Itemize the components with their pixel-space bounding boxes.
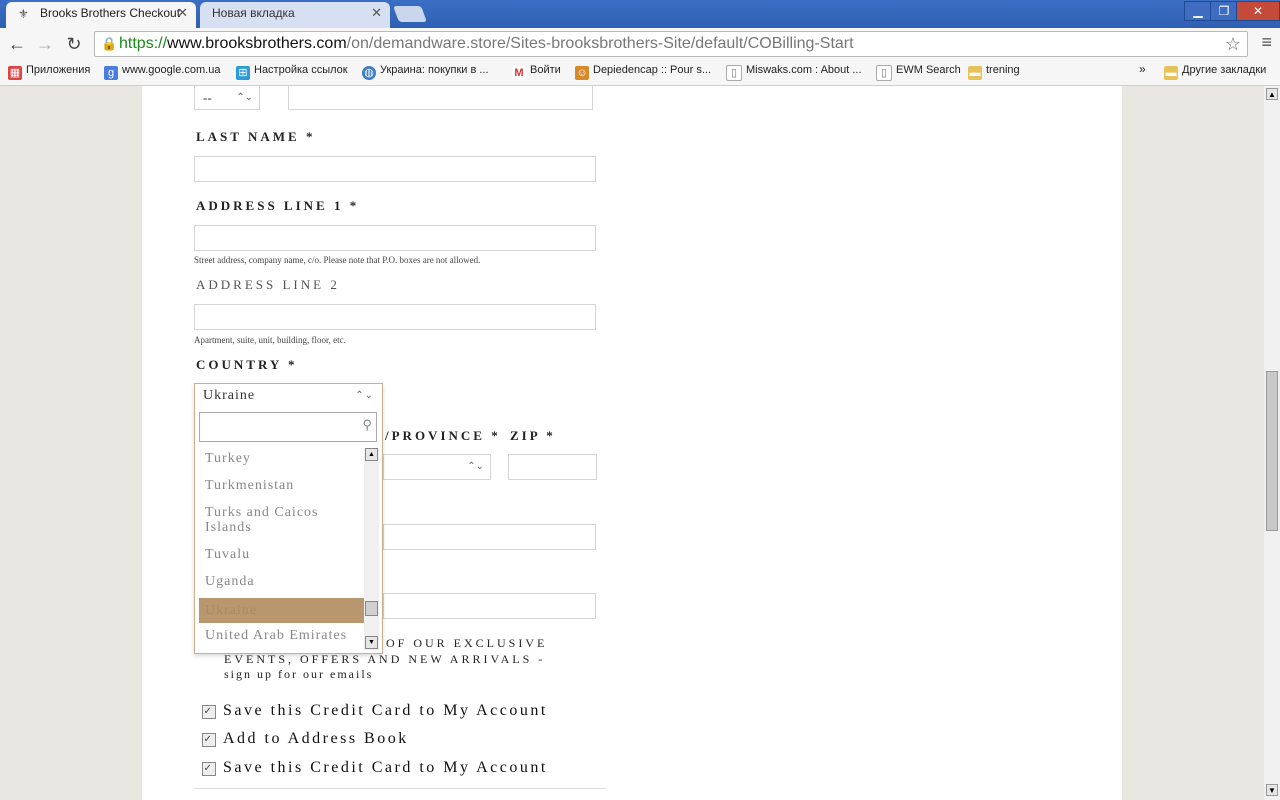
checkbox-checked-icon[interactable]: ✓ (202, 705, 216, 719)
bookmark-ewm-search[interactable]: ▯ EWM Search (876, 64, 961, 81)
checkbox-checked-icon[interactable]: ✓ (202, 733, 216, 747)
select-updown-icon: ⌃⌄ (467, 461, 484, 472)
dropdown-scrollbar[interactable]: ▲ ▼ (364, 448, 379, 650)
country-dropdown[interactable]: Ukraine ⌃⌄ ⚲ Turkey Turkmenistan Turks a… (194, 383, 383, 654)
bookmark-depiedencap[interactable]: ☺ Depiedencap :: Pour s... (575, 64, 711, 80)
brooks-brothers-favicon-icon: ⚜ (18, 7, 29, 21)
city-input[interactable] (383, 524, 596, 550)
reload-icon[interactable]: ↻ (62, 32, 86, 56)
save-credit-card-option-2[interactable]: ✓ Save this Credit Card to My Account (202, 759, 548, 777)
tab-close-icon[interactable]: ✕ (177, 2, 188, 24)
country-select-current[interactable]: Ukraine ⌃⌄ (195, 384, 382, 408)
page-viewport: -- ⌃⌄ LAST NAME * ADDRESS LINE 1 * Stree… (0, 86, 1264, 800)
page-scrollbar[interactable]: ▲ ▼ (1264, 86, 1280, 800)
first-name-input[interactable] (288, 86, 593, 110)
other-bookmarks-folder[interactable]: ▬ Другие закладки (1164, 64, 1266, 80)
windows-icon: ⊞ (236, 66, 250, 80)
bookmark-link-settings[interactable]: ⊞ Настройка ссылок (236, 64, 348, 80)
search-icon: ⚲ (362, 417, 372, 432)
back-arrow-icon[interactable]: ← (5, 32, 29, 56)
country-option-turkmenistan[interactable]: Turkmenistan (199, 478, 364, 498)
address-line-1-label: ADDRESS LINE 1 * (196, 198, 360, 213)
country-options-list: Turkey Turkmenistan Turks and Caicos Isl… (199, 448, 364, 650)
folder-icon: ▬ (968, 66, 982, 80)
bookmark-google[interactable]: g www.google.com.ua (104, 64, 220, 80)
country-option-turkey[interactable]: Turkey (199, 451, 364, 471)
name-prefix-select[interactable]: -- ⌃⌄ (194, 86, 260, 110)
scroll-thumb[interactable] (365, 601, 378, 616)
save-credit-card-option[interactable]: ✓ Save this Credit Card to My Account (202, 702, 548, 720)
bookmark-star-icon[interactable]: ☆ (1225, 32, 1241, 56)
page-icon: ▯ (876, 65, 892, 81)
bookmark-trening[interactable]: ▬ trening (968, 64, 1020, 80)
tab-close-icon[interactable]: ✕ (371, 2, 382, 24)
address-line-2-input[interactable] (194, 304, 596, 330)
newsletter-heading-line2: EVENTS, OFFERS AND NEW ARRIVALS - (224, 652, 546, 666)
address-line-2-hint: Apartment, suite, unit, building, floor,… (194, 335, 346, 345)
url-text: https://www.brooksbrothers.com/on/demand… (119, 35, 854, 52)
country-option-tuvalu[interactable]: Tuvalu (199, 547, 364, 567)
bookmark-miswaks[interactable]: ▯ Miswaks.com : About ... (726, 64, 862, 81)
country-search-input[interactable]: ⚲ (199, 412, 377, 442)
tab-brooks-brothers-checkout[interactable]: ⚜ Brooks Brothers Checkout ✕ (6, 2, 196, 28)
newsletter-heading-line1: OF OUR EXCLUSIVE (386, 636, 548, 650)
last-name-input[interactable] (194, 156, 596, 182)
forward-arrow-icon[interactable]: → (33, 32, 57, 56)
zip-label: ZIP * (510, 428, 556, 443)
section-divider (194, 788, 606, 789)
new-tab-button[interactable] (393, 6, 427, 22)
browser-toolbar: ← → ↻ 🔒 https://www.brooksbrothers.com/o… (0, 28, 1280, 60)
select-updown-icon: ⌃⌄ (355, 390, 374, 401)
country-option-turks-and-caicos[interactable]: Turks and Caicos Islands (199, 505, 364, 537)
scroll-up-arrow-icon[interactable]: ▲ (1266, 88, 1278, 100)
window-titlebar: ⚜ Brooks Brothers Checkout ✕ Новая вклад… (0, 0, 1280, 28)
country-option-ukraine[interactable]: Ukraine (199, 598, 364, 623)
chrome-menu-icon[interactable]: ≡ (1261, 32, 1272, 53)
gmail-icon: M (512, 66, 526, 80)
address-bar[interactable]: 🔒 https://www.brooksbrothers.com/on/dema… (94, 31, 1248, 57)
lock-icon: 🔒 (101, 36, 118, 51)
checkbox-checked-icon[interactable]: ✓ (202, 762, 216, 776)
zip-input[interactable] (508, 454, 597, 480)
tab-new-tab[interactable]: Новая вкладка ✕ (200, 2, 390, 28)
last-name-label: LAST NAME * (196, 129, 316, 144)
scroll-down-arrow-icon[interactable]: ▼ (365, 636, 378, 649)
state-province-label: /PROVINCE * (385, 428, 501, 443)
address-line-2-label: ADDRESS LINE 2 (196, 277, 340, 292)
bookmark-ukraine-shopping[interactable]: ◍ Украина: покупки в ... (362, 64, 489, 80)
person-icon: ☺ (575, 66, 589, 80)
address-line-1-hint: Street address, company name, c/o. Pleas… (194, 255, 481, 265)
scroll-thumb[interactable] (1266, 371, 1278, 531)
country-option-uganda[interactable]: Uganda (199, 574, 364, 594)
tab-title: Brooks Brothers Checkout (40, 6, 181, 20)
phone-input[interactable] (383, 593, 596, 619)
address-line-1-input[interactable] (194, 225, 596, 251)
bookmarks-bar: ▦ Приложения g www.google.com.ua ⊞ Настройк… (0, 60, 1280, 86)
page-icon: ▯ (726, 65, 742, 81)
maximize-button[interactable]: ❐ (1210, 1, 1238, 21)
state-select[interactable]: ⌃⌄ (383, 454, 491, 480)
bookmark-apps[interactable]: ▦ Приложения (8, 64, 90, 80)
scroll-down-arrow-icon[interactable]: ▼ (1266, 784, 1278, 796)
add-to-address-book-option[interactable]: ✓ Add to Address Book (202, 730, 409, 748)
select-updown-icon: ⌃⌄ (236, 92, 253, 103)
scroll-up-arrow-icon[interactable]: ▲ (365, 448, 378, 461)
bookmark-gmail[interactable]: M Войти (512, 64, 561, 80)
country-option-united-arab-emirates[interactable]: United Arab Emirates (199, 628, 364, 648)
globe-icon: ◍ (362, 66, 376, 80)
minimize-button[interactable]: ▁ (1184, 1, 1212, 21)
country-label: COUNTRY * (196, 357, 298, 372)
folder-icon: ▬ (1164, 66, 1178, 80)
tab-title: Новая вкладка (212, 6, 295, 20)
google-icon: g (104, 66, 118, 80)
newsletter-subtext: sign up for our emails (224, 667, 374, 681)
bookmarks-overflow-button[interactable]: » (1139, 62, 1146, 76)
close-window-button[interactable]: ✕ (1236, 1, 1280, 21)
apps-grid-icon: ▦ (8, 66, 22, 80)
